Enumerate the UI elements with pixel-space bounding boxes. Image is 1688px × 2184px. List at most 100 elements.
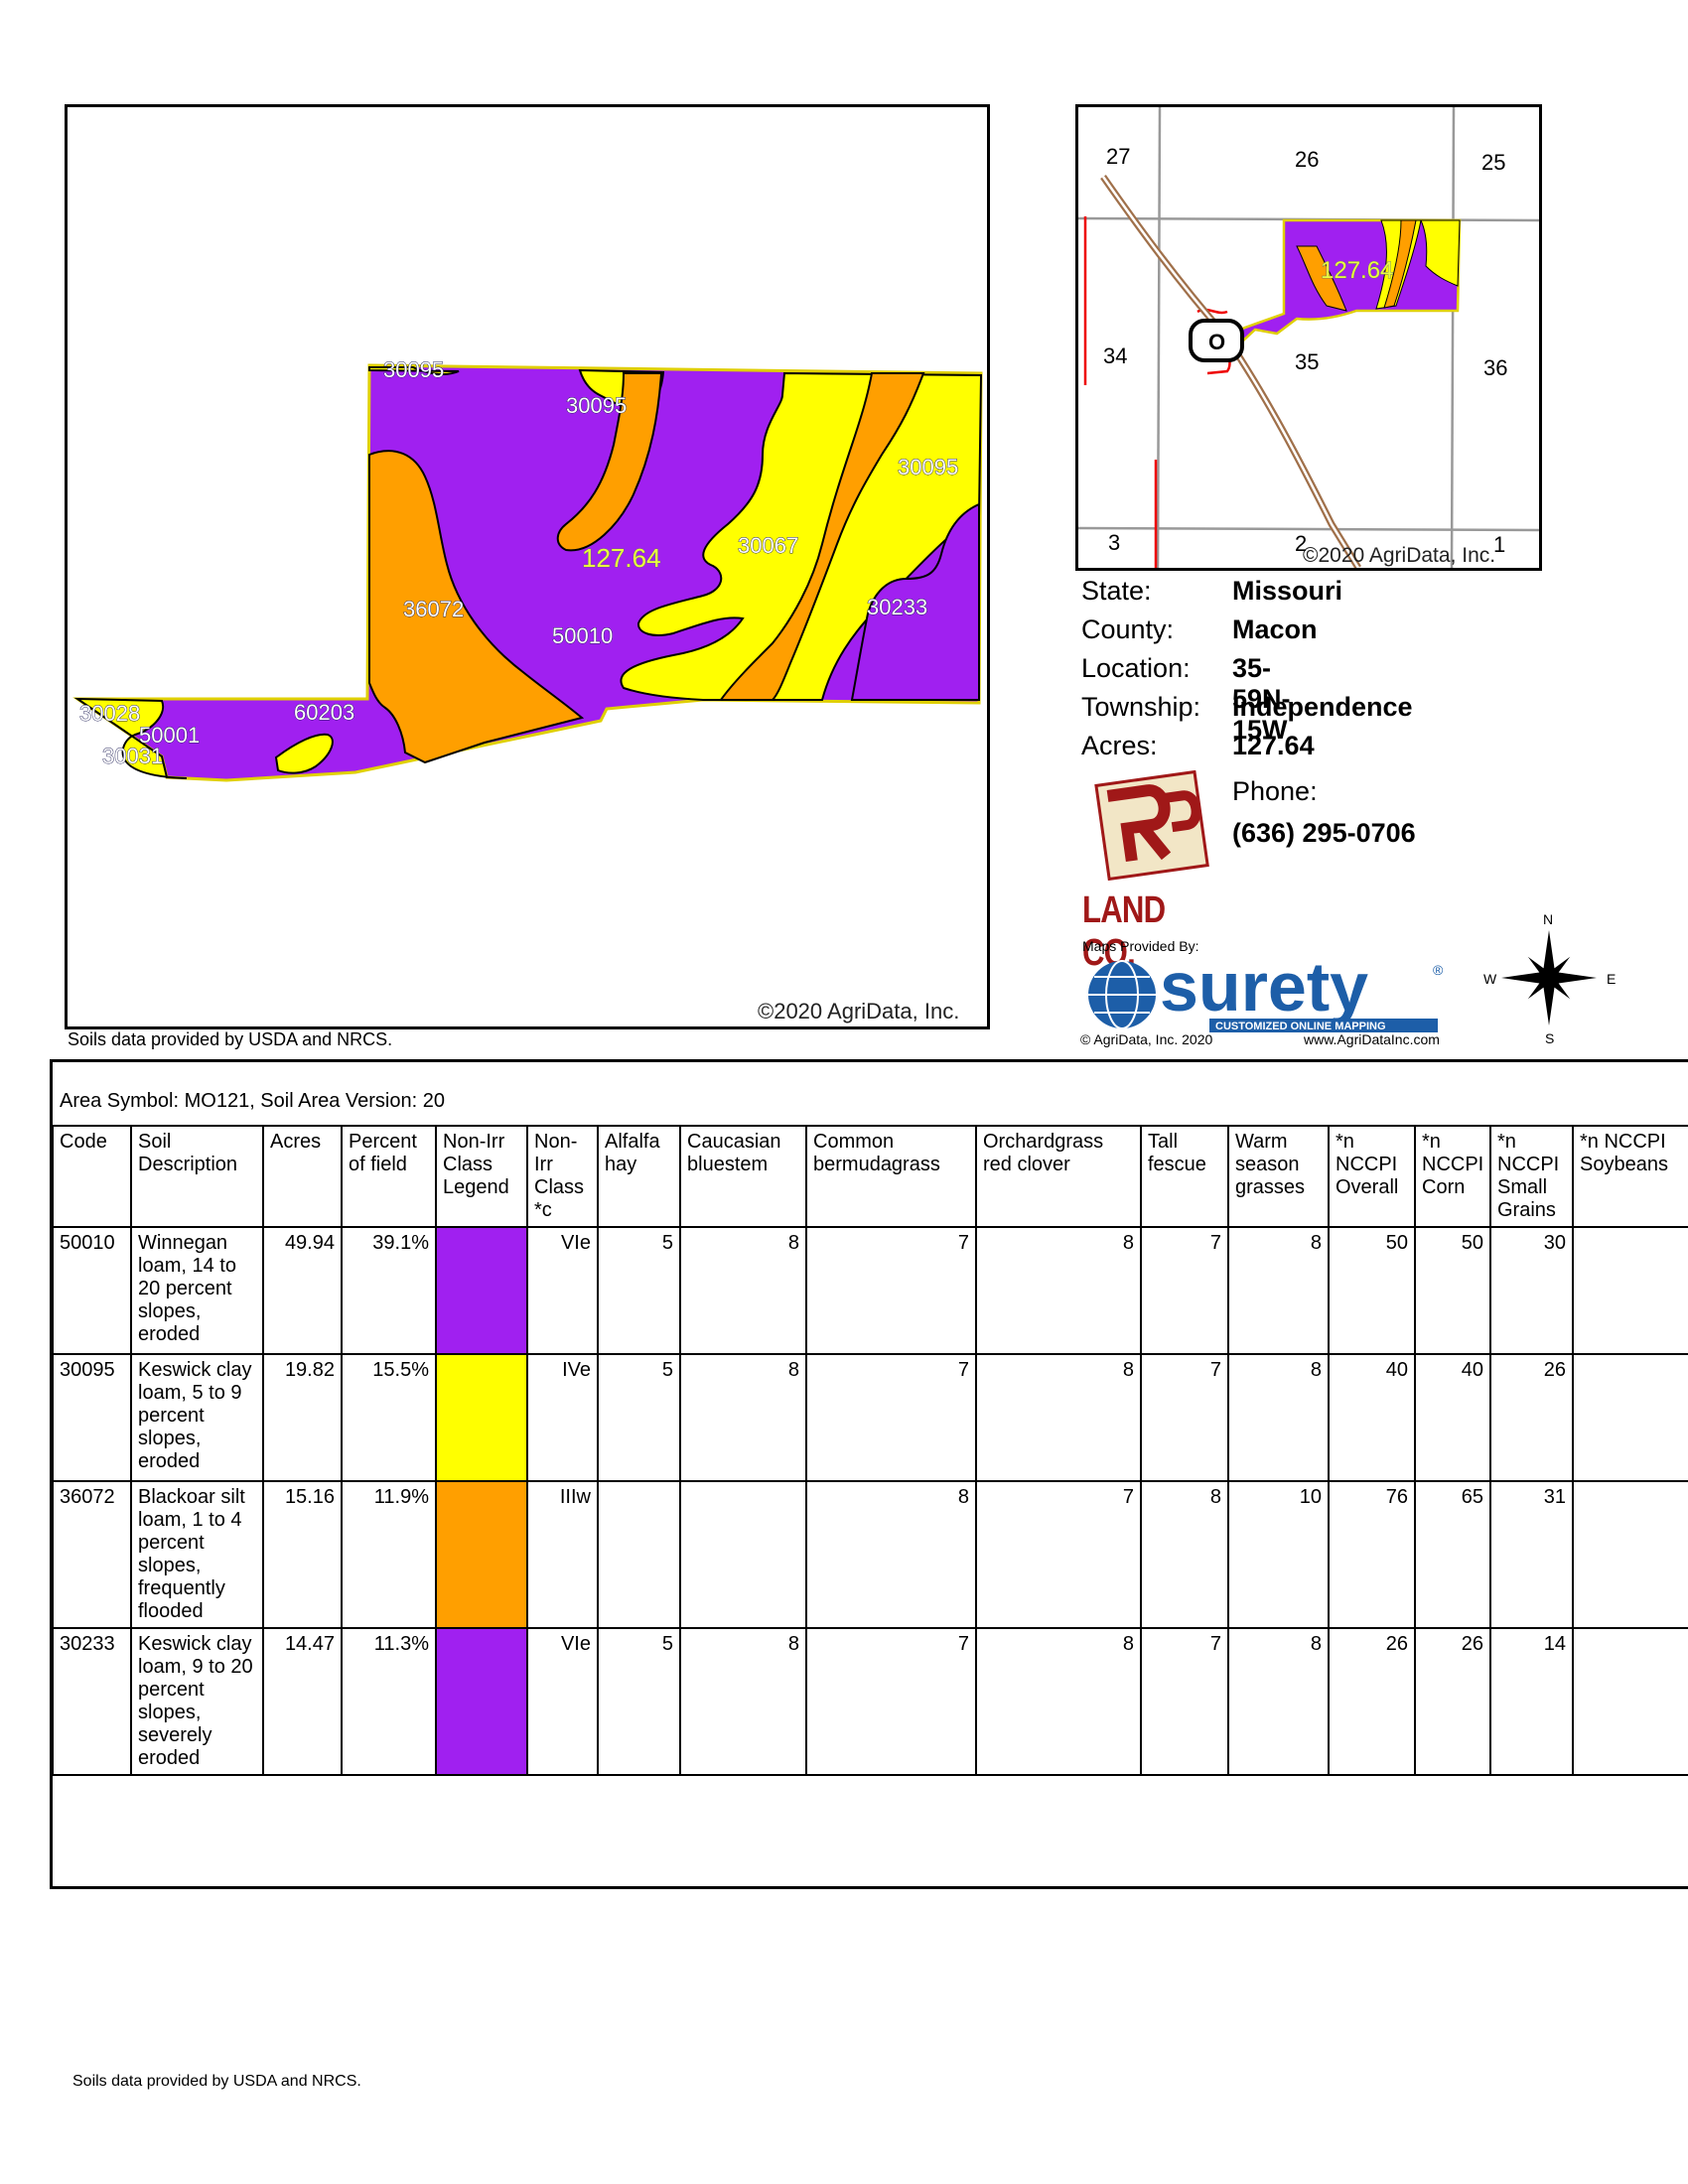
cell-soy: 40 [1572,1353,1688,1482]
label-30233: 30233 [867,595,927,619]
map-credit: ©2020 AgriData, Inc. [758,999,959,1024]
cell-corn: 50 [1414,1226,1491,1355]
cell-desc: Keswick clay loam, 5 to 9 percent slopes… [130,1353,264,1482]
cell-alfalfa: 5 [597,1627,681,1776]
cell-code: 30095 [52,1353,132,1482]
section-27: 27 [1106,144,1130,169]
table-row: 30233 Keswick clay loam, 9 to 20 percent… [52,1627,1688,1776]
col-header-nccpi-overall: *n NCCPI Overall [1328,1125,1416,1228]
state-value: Missouri [1232,576,1343,606]
state-label: State: [1081,576,1152,606]
svg-text:®: ® [1433,962,1444,978]
cell-overall: 76 [1328,1480,1416,1629]
acres-label: 127.64 [582,543,661,573]
locator-map-canvas: 127.64 27 26 25 34 35 36 3 2 1 O ©2020 A… [1078,107,1539,568]
cell-fescue: 7 [1140,1226,1229,1355]
section-26: 26 [1295,147,1319,172]
phone-value: (636) 295-0706 [1232,818,1416,848]
soil-map[interactable]: 30095 30095 30095 30067 30233 36072 5001… [65,104,990,1029]
label-30095-top: 30095 [383,357,444,382]
cell-legend-swatch [435,1627,528,1776]
label-50010: 50010 [552,623,613,648]
locator-credit: ©2020 AgriData, Inc. [1303,544,1495,567]
cell-bermuda: 7 [805,1226,977,1355]
cell-orchard: 8 [975,1627,1142,1776]
cell-corn: 40 [1414,1353,1491,1482]
section-36: 36 [1483,355,1507,380]
cell-small: 30 [1489,1226,1574,1355]
cell-pct: 11.3% [341,1627,437,1776]
col-header-percent: Percent of field [341,1125,437,1228]
township-label: Township: [1081,692,1201,722]
cell-warm: 8 [1227,1353,1330,1482]
cell-bermuda: 7 [805,1353,977,1482]
cell-acres: 15.16 [262,1480,343,1629]
cell-legend-swatch [435,1226,528,1355]
cell-bermuda: 8 [805,1480,977,1629]
cell-fescue: 8 [1140,1480,1229,1629]
county-label: County: [1081,614,1175,644]
area-symbol: Area Symbol: MO121, Soil Area Version: 2… [60,1090,445,1112]
col-header-nccpi-small-grains: *n NCCPI Small Grains [1489,1125,1574,1228]
township-value: Independence [1232,692,1413,722]
col-header-nccpi-corn: *n NCCPI Corn [1414,1125,1491,1228]
cell-small: 26 [1489,1353,1574,1482]
label-30095-right: 30095 [898,455,958,479]
cell-acres: 14.47 [262,1627,343,1776]
footer-note: Soils data provided by USDA and NRCS. [72,2073,361,2090]
locator-map[interactable]: 127.64 27 26 25 34 35 36 3 2 1 O ©2020 A… [1075,104,1542,571]
surety-logo: surety ® CUSTOMIZED ONLINE MAPPING [1080,948,1458,1034]
cell-pct: 39.1% [341,1226,437,1355]
cell-corn: 26 [1414,1627,1491,1776]
cell-overall: 26 [1328,1627,1416,1776]
svg-text:W: W [1483,971,1497,987]
cell-orchard: 8 [975,1226,1142,1355]
label-30067: 30067 [738,533,798,558]
col-header-alfalfa: Alfalfa hay [597,1125,681,1228]
cell-code: 50010 [52,1226,132,1355]
phone-label: Phone: [1232,776,1318,806]
table-row: 36072 Blackoar silt loam, 1 to 4 percent… [52,1480,1688,1629]
col-header-warm-season: Warm season grasses [1227,1125,1330,1228]
cell-small: 31 [1489,1480,1574,1629]
cell-alfalfa [597,1480,681,1629]
cell-soy: 24 [1572,1627,1688,1776]
col-header-soil-description: Soil Description [130,1125,264,1228]
cell-corn: 65 [1414,1480,1491,1629]
cell-desc: Winnegan loam, 14 to 20 percent slopes, … [130,1226,264,1355]
acres-label-text: Acres: [1081,731,1158,760]
cell-warm: 8 [1227,1226,1330,1355]
cell-class: VIe [526,1226,599,1355]
soil-table: Code Soil Description Acres Percent of f… [52,1125,1688,1776]
cell-pct: 11.9% [341,1480,437,1629]
col-header-bermudagrass: Common bermudagrass [805,1125,977,1228]
col-header-bluestem: Caucasian bluestem [679,1125,807,1228]
agridata-website: www.AgriDataInc.com [1304,1031,1440,1047]
cell-bermuda: 7 [805,1627,977,1776]
table-header-row: Code Soil Description Acres Percent of f… [52,1125,1688,1228]
cell-code: 36072 [52,1480,132,1629]
label-36072: 36072 [403,597,464,621]
cell-pct: 15.5% [341,1353,437,1482]
cell-desc: Blackoar silt loam, 1 to 4 percent slope… [130,1480,264,1629]
cell-desc: Keswick clay loam, 9 to 20 percent slope… [130,1627,264,1776]
cell-soy: 37 [1572,1226,1688,1355]
cell-orchard: 7 [975,1480,1142,1629]
label-30031: 30031 [102,744,163,768]
svg-text:E: E [1607,971,1616,987]
cell-soy: 76 [1572,1480,1688,1629]
cell-orchard: 8 [975,1353,1142,1482]
cell-legend-swatch [435,1480,528,1629]
location-marker-label: O [1208,330,1225,354]
cell-overall: 40 [1328,1353,1416,1482]
acres-value: 127.64 [1232,731,1315,760]
surety-wordmark: surety [1160,955,1368,1025]
label-60203: 60203 [294,700,354,725]
soil-map-canvas: 30095 30095 30095 30067 30233 36072 5001… [72,357,983,1024]
cell-class: IVe [526,1353,599,1482]
cell-bluestem [679,1480,807,1629]
col-header-class-legend: Non-Irr Class Legend [435,1125,528,1228]
cell-small: 14 [1489,1627,1574,1776]
col-header-class: Non-Irr Class *c [526,1125,599,1228]
cell-warm: 8 [1227,1627,1330,1776]
